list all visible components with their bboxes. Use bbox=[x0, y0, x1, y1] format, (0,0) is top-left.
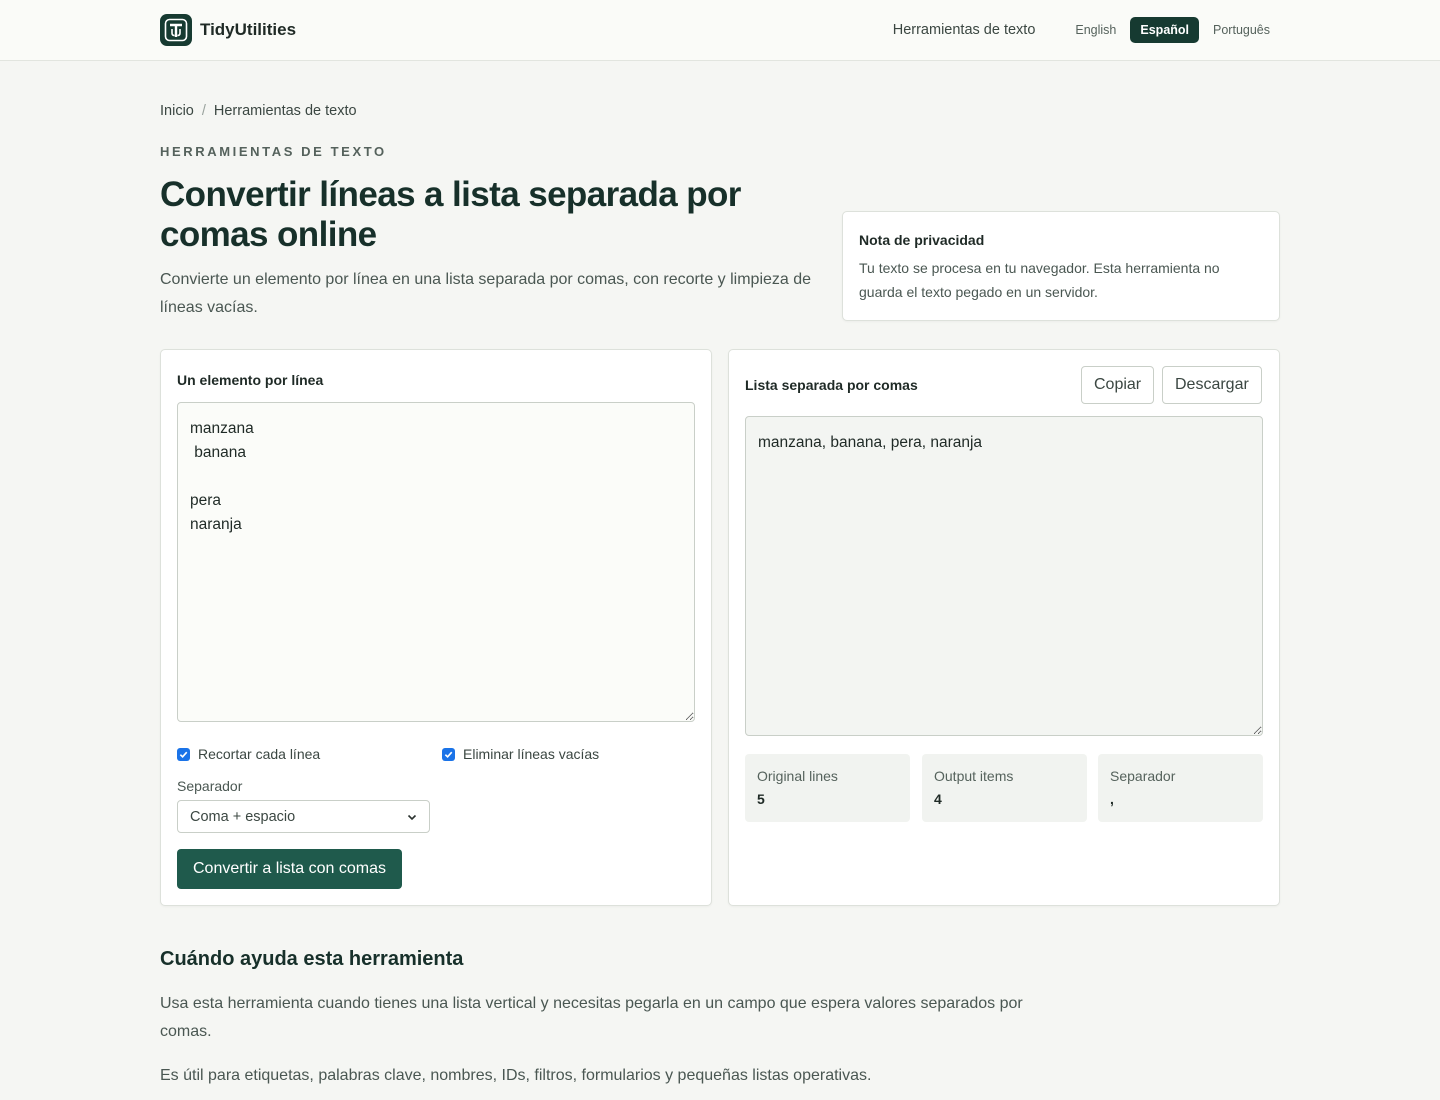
page-title: Convertir líneas a lista separada por co… bbox=[160, 175, 741, 254]
stat-value: , bbox=[1110, 791, 1114, 807]
section-paragraph: Es útil para etiquetas, palabras clave, … bbox=[160, 1067, 872, 1084]
output-panel: Lista separada por comas Copiar Descarga… bbox=[728, 349, 1280, 906]
language-portuguese[interactable]: Português bbox=[1203, 17, 1280, 43]
language-spanish[interactable]: Español bbox=[1130, 17, 1200, 43]
brand-link[interactable]: TidyUtilities bbox=[160, 14, 296, 46]
stat-label: Output items bbox=[934, 768, 1014, 784]
separator-select[interactable]: Coma + espacio bbox=[177, 800, 430, 833]
checkmark-icon bbox=[179, 751, 188, 758]
breadcrumb-text-tools[interactable]: Herramientas de texto bbox=[214, 103, 357, 119]
main-nav: Herramientas de texto English Español Po… bbox=[893, 17, 1280, 43]
privacy-note-card: Nota de privacidad Tu texto se procesa e… bbox=[842, 211, 1280, 321]
stat-label: Original lines bbox=[757, 768, 838, 784]
brand-name: TidyUtilities bbox=[200, 20, 297, 39]
brand-logo-icon bbox=[160, 14, 192, 46]
language-english[interactable]: English bbox=[1065, 17, 1126, 43]
top-navigation-bar: TidyUtilities Herramientas de texto Engl… bbox=[0, 0, 1440, 61]
stat-value: 5 bbox=[757, 791, 765, 807]
stat-value: 4 bbox=[934, 791, 942, 807]
stat-label: Separador bbox=[1110, 768, 1176, 784]
separator-select-value: Coma + espacio bbox=[190, 808, 296, 825]
input-label: Un elemento por línea bbox=[177, 372, 324, 388]
privacy-note-text: Tu texto se procesa en tu navegador. Est… bbox=[859, 260, 1220, 300]
stat-original-lines: Original lines 5 bbox=[745, 754, 910, 822]
trim-lines-option[interactable]: Recortar cada línea bbox=[177, 746, 320, 762]
section-paragraph: Usa esta herramienta cuando tienes una l… bbox=[160, 995, 1023, 1040]
stat-separator: Separador , bbox=[1098, 754, 1263, 822]
trim-lines-label: Recortar cada línea bbox=[198, 746, 321, 762]
download-button[interactable]: Descargar bbox=[1162, 366, 1262, 404]
section-title: Cuándo ayuda esta herramienta bbox=[160, 948, 464, 970]
breadcrumb: Inicio / Herramientas de texto bbox=[160, 103, 357, 119]
remove-empty-checkbox[interactable] bbox=[442, 747, 455, 761]
checkmark-icon bbox=[444, 751, 453, 758]
lines-input-textarea[interactable]: manzana banana pera naranja bbox=[177, 402, 695, 722]
top-navigation-inner: TidyUtilities Herramientas de texto Engl… bbox=[160, 14, 1280, 46]
comma-list-output-textarea[interactable]: manzana, banana, pera, naranja bbox=[745, 416, 1263, 736]
remove-empty-option[interactable]: Eliminar líneas vacías bbox=[442, 746, 599, 762]
breadcrumb-separator: / bbox=[201, 103, 206, 119]
remove-empty-label: Eliminar líneas vacías bbox=[463, 746, 600, 762]
separator-label: Separador bbox=[177, 778, 243, 794]
copy-button[interactable]: Copiar bbox=[1081, 366, 1155, 404]
chevron-down-icon bbox=[407, 814, 417, 820]
convert-button[interactable]: Convertir a lista con comas bbox=[177, 849, 402, 889]
input-panel: Un elemento por línea manzana banana per… bbox=[160, 349, 712, 906]
output-label: Lista separada por comas bbox=[745, 377, 918, 393]
privacy-note-title: Nota de privacidad bbox=[859, 232, 985, 248]
stat-output-items: Output items 4 bbox=[922, 754, 1087, 822]
category-eyebrow: HERRAMIENTAS DE TEXTO bbox=[160, 144, 387, 159]
breadcrumb-home[interactable]: Inicio bbox=[160, 103, 194, 119]
trim-lines-checkbox[interactable] bbox=[177, 747, 190, 761]
page-description: Convierte un elemento por línea en una l… bbox=[160, 271, 812, 316]
nav-link-text-tools[interactable]: Herramientas de texto bbox=[893, 22, 1036, 38]
